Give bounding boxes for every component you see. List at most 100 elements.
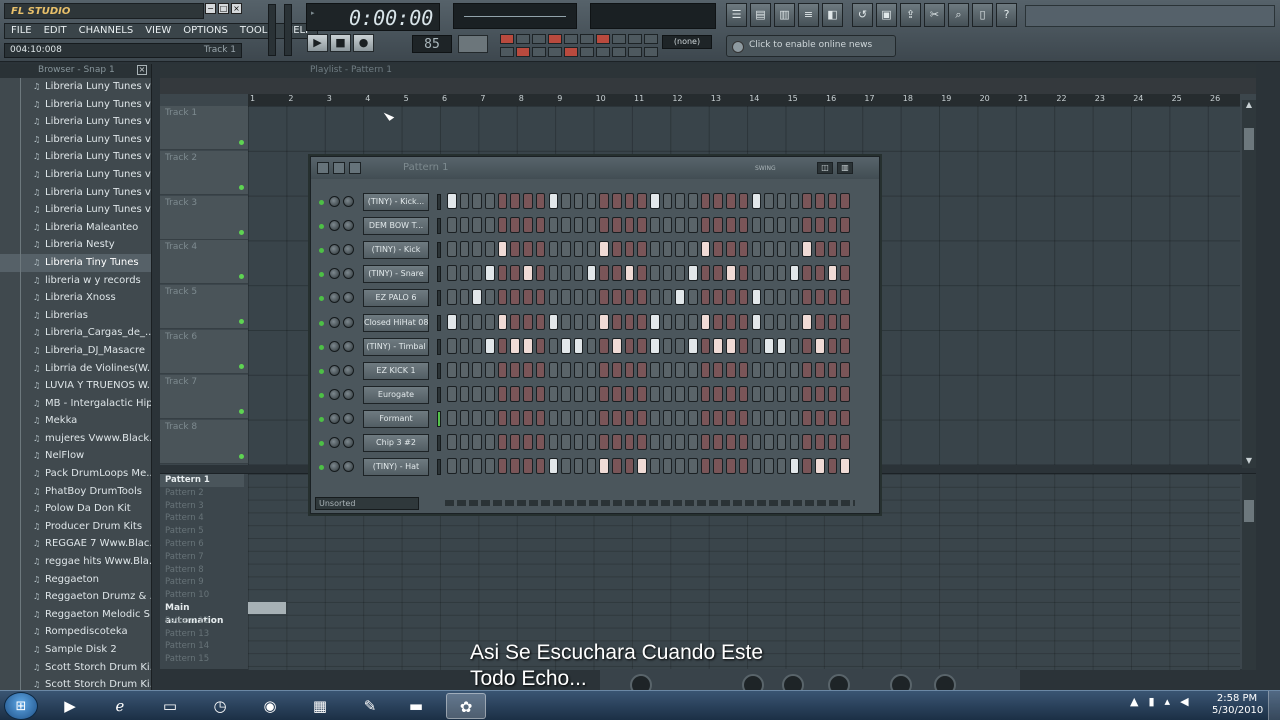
- track-header[interactable]: Track 7: [160, 374, 248, 419]
- channel-name-button[interactable]: (TINY) - Timbal: [363, 337, 429, 356]
- step-button[interactable]: [472, 458, 482, 475]
- browser-folder-item[interactable]: Reggaeton Melodic S...: [0, 605, 151, 624]
- playlist-scrollbar[interactable]: ▲ ▼: [1242, 100, 1256, 468]
- tray-expand-icon[interactable]: ▲: [1130, 695, 1138, 708]
- step-button[interactable]: [459, 361, 470, 378]
- step-button[interactable]: [599, 217, 609, 234]
- step-button[interactable]: [827, 385, 838, 402]
- step-button[interactable]: [776, 361, 787, 378]
- step-button[interactable]: [535, 313, 546, 330]
- step-button[interactable]: [764, 265, 774, 282]
- channel-pan-knob[interactable]: [329, 437, 340, 448]
- option-button[interactable]: [628, 47, 642, 57]
- step-button[interactable]: [776, 385, 787, 402]
- step-view-icon[interactable]: ▥: [837, 162, 853, 174]
- step-button[interactable]: [548, 385, 559, 402]
- step-button[interactable]: [523, 385, 533, 402]
- step-button[interactable]: [472, 434, 482, 450]
- scroll-thumb[interactable]: [1244, 128, 1254, 150]
- step-button[interactable]: [510, 385, 521, 402]
- step-button[interactable]: [726, 241, 736, 258]
- pattern-item[interactable]: Pattern 4: [160, 512, 244, 525]
- channel-mute-led[interactable]: [319, 224, 324, 230]
- taskbar-clock-app[interactable]: ◷: [200, 693, 240, 719]
- option-button[interactable]: [644, 34, 658, 44]
- step-button[interactable]: [472, 385, 482, 402]
- step-button[interactable]: [472, 193, 482, 209]
- step-button[interactable]: [688, 313, 698, 330]
- channel-mute-led[interactable]: [319, 416, 324, 422]
- channel-mute-led[interactable]: [319, 465, 324, 471]
- step-button[interactable]: [472, 361, 482, 378]
- step-button[interactable]: [459, 409, 470, 426]
- scroll-down-icon[interactable]: ▼: [1243, 456, 1255, 468]
- step-button[interactable]: [472, 337, 482, 354]
- step-button[interactable]: [789, 289, 800, 306]
- step-button[interactable]: [675, 265, 685, 282]
- step-button[interactable]: [485, 458, 495, 475]
- step-button[interactable]: [611, 458, 622, 475]
- step-button[interactable]: [776, 458, 787, 475]
- step-button[interactable]: [599, 385, 609, 402]
- step-button[interactable]: [827, 409, 838, 426]
- step-button[interactable]: [688, 434, 698, 450]
- step-button[interactable]: [650, 337, 660, 354]
- stop-button[interactable]: ■: [330, 34, 351, 52]
- step-button[interactable]: [713, 265, 724, 282]
- browser-folder-item[interactable]: Libreria Luny Tunes v...: [0, 148, 151, 166]
- menu-view[interactable]: VIEW: [139, 24, 177, 38]
- step-button[interactable]: [688, 193, 698, 209]
- step-button[interactable]: [599, 361, 609, 378]
- browser-folder-item[interactable]: Producer Drum Kits: [0, 517, 151, 536]
- step-button[interactable]: [776, 289, 787, 306]
- step-button[interactable]: [573, 241, 584, 258]
- close-button[interactable]: ×: [231, 3, 242, 14]
- record-button[interactable]: ●: [353, 34, 374, 52]
- step-button[interactable]: [738, 361, 749, 378]
- step-button[interactable]: [789, 217, 800, 234]
- help-button[interactable]: ?: [996, 3, 1017, 27]
- track-header[interactable]: Track 4: [160, 240, 248, 285]
- step-button[interactable]: [713, 409, 724, 426]
- step-button[interactable]: [827, 193, 838, 209]
- track-mute-led[interactable]: [239, 229, 244, 235]
- option-button[interactable]: [644, 47, 658, 57]
- pattern-item[interactable]: Pattern 8: [160, 564, 244, 577]
- tray-signal-icon[interactable]: ▴: [1165, 695, 1171, 708]
- step-button[interactable]: [586, 409, 597, 426]
- step-button[interactable]: [447, 193, 457, 209]
- track-header[interactable]: Track 5: [160, 285, 248, 330]
- step-button[interactable]: [726, 313, 736, 330]
- step-button[interactable]: [802, 193, 812, 209]
- step-button[interactable]: [611, 241, 622, 258]
- step-button[interactable]: [561, 217, 571, 234]
- browser-folder-item[interactable]: PhatBoy DrumTools: [0, 482, 151, 501]
- maximize-button[interactable]: □: [218, 3, 229, 14]
- step-button[interactable]: [726, 265, 736, 282]
- step-button[interactable]: [523, 241, 533, 258]
- step-button[interactable]: [688, 265, 698, 282]
- step-button[interactable]: [561, 241, 571, 258]
- channel-name-button[interactable]: DEM BOW T...: [363, 217, 429, 236]
- step-button[interactable]: [776, 265, 787, 282]
- channel-volume-knob[interactable]: [343, 364, 354, 376]
- option-button[interactable]: [596, 47, 610, 57]
- master-volume-slider[interactable]: [268, 4, 276, 56]
- track-mute-led[interactable]: [239, 408, 244, 414]
- step-button[interactable]: [675, 289, 685, 306]
- step-button[interactable]: [726, 409, 736, 426]
- step-button[interactable]: [586, 241, 597, 258]
- track-mute-led[interactable]: [239, 319, 244, 325]
- mixer-button[interactable]: ≡: [798, 3, 819, 27]
- browser-folder-item[interactable]: Libreria Luny Tunes v...: [0, 113, 151, 131]
- step-button[interactable]: [535, 458, 546, 475]
- browser-folder-item[interactable]: reggae hits Www.Bla...: [0, 553, 151, 571]
- step-button[interactable]: [802, 409, 812, 426]
- step-button[interactable]: [637, 193, 647, 209]
- browser-folder-item[interactable]: Libreria Luny Tunes v...: [0, 165, 151, 184]
- step-button[interactable]: [802, 241, 812, 258]
- step-button[interactable]: [497, 409, 508, 426]
- step-button[interactable]: [599, 265, 609, 282]
- step-button[interactable]: [548, 337, 559, 354]
- step-button[interactable]: [751, 385, 762, 402]
